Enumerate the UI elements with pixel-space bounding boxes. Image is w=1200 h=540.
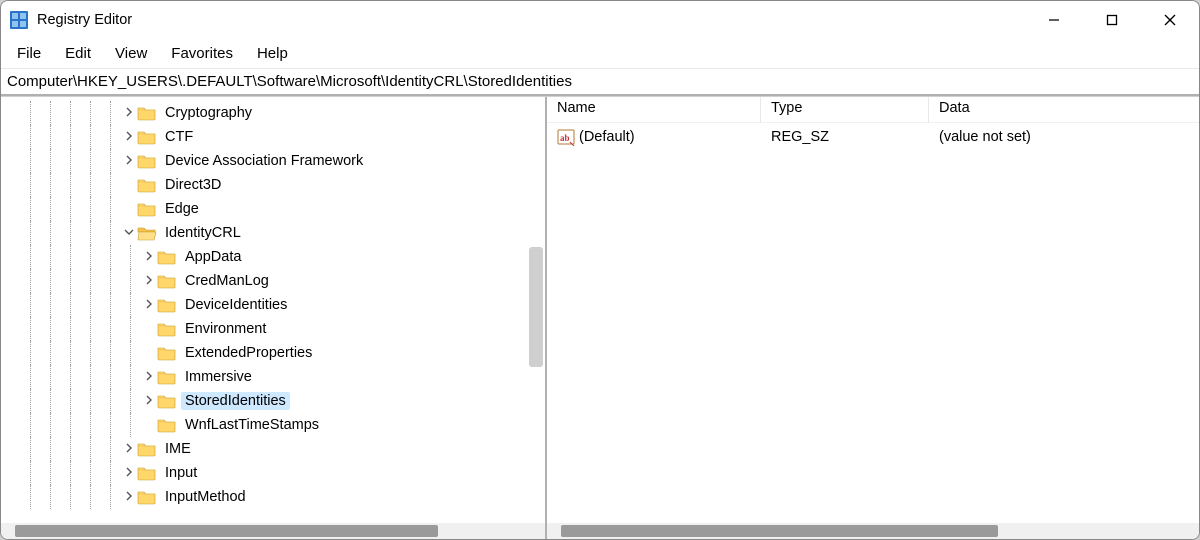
- window-controls: [1025, 1, 1199, 39]
- value-row[interactable]: (Default) REG_SZ(value not set): [547, 125, 1199, 149]
- value-type-cell: REG_SZ: [761, 129, 929, 145]
- main-split: Cryptography CTF Device Association Framew…: [1, 96, 1199, 539]
- window-title: Registry Editor: [37, 12, 132, 28]
- value-data-cell: (value not set): [929, 129, 1041, 145]
- menubar: File Edit View Favorites Help: [1, 39, 1199, 69]
- folder-icon: [137, 489, 157, 505]
- tree-horizontal-scrollbar[interactable]: [1, 523, 545, 539]
- tree-node-label[interactable]: Device Association Framework: [161, 152, 367, 170]
- folder-icon: [137, 153, 157, 169]
- chevron-right-icon[interactable]: [141, 298, 157, 312]
- tree-node-label[interactable]: Cryptography: [161, 104, 256, 122]
- tree-node-label[interactable]: Environment: [181, 320, 270, 338]
- tree-node-label[interactable]: DeviceIdentities: [181, 296, 291, 314]
- tree-node-label[interactable]: InputMethod: [161, 488, 250, 506]
- tree-node[interactable]: Immersive: [21, 365, 545, 389]
- titlebar: Registry Editor: [1, 1, 1199, 39]
- maximize-button[interactable]: [1083, 1, 1141, 39]
- tree-node[interactable]: Edge: [21, 197, 545, 221]
- tree-node-label[interactable]: Direct3D: [161, 176, 225, 194]
- folder-icon: [157, 417, 177, 433]
- chevron-right-icon[interactable]: [121, 106, 137, 120]
- column-name[interactable]: Name: [547, 97, 761, 122]
- tree-node-label[interactable]: ExtendedProperties: [181, 344, 316, 362]
- tree-node-label[interactable]: Input: [161, 464, 201, 482]
- folder-icon: [157, 273, 177, 289]
- chevron-right-icon[interactable]: [141, 274, 157, 288]
- chevron-right-icon[interactable]: [121, 466, 137, 480]
- menu-view[interactable]: View: [103, 42, 159, 65]
- chevron-right-icon[interactable]: [121, 490, 137, 504]
- tree-node[interactable]: Environment: [21, 317, 545, 341]
- folder-icon: [157, 249, 177, 265]
- tree-node[interactable]: CredManLog: [21, 269, 545, 293]
- values-horizontal-scrollbar[interactable]: [547, 523, 1199, 539]
- tree-node[interactable]: ExtendedProperties: [21, 341, 545, 365]
- tree-node[interactable]: WnfLastTimeStamps: [21, 413, 545, 437]
- tree-node-label[interactable]: WnfLastTimeStamps: [181, 416, 323, 434]
- list-header: Name Type Data: [547, 97, 1199, 123]
- folder-icon: [157, 345, 177, 361]
- value-name-cell: (Default): [547, 128, 761, 146]
- string-value-icon: [557, 128, 575, 146]
- tree-node[interactable]: StoredIdentities: [21, 389, 545, 413]
- tree-node[interactable]: IdentityCRL: [21, 221, 545, 245]
- tree-node-label[interactable]: StoredIdentities: [181, 392, 290, 410]
- folder-icon: [137, 465, 157, 481]
- tree-node-label[interactable]: IdentityCRL: [161, 224, 245, 242]
- tree-node[interactable]: Device Association Framework: [21, 149, 545, 173]
- registry-editor-window: Registry Editor File Edit View Favorites…: [0, 0, 1200, 540]
- tree-node[interactable]: Direct3D: [21, 173, 545, 197]
- menu-edit[interactable]: Edit: [53, 42, 103, 65]
- folder-icon: [137, 201, 157, 217]
- chevron-right-icon[interactable]: [141, 370, 157, 384]
- tree-node[interactable]: AppData: [21, 245, 545, 269]
- chevron-right-icon[interactable]: [141, 394, 157, 408]
- tree-node-label[interactable]: AppData: [181, 248, 245, 266]
- tree-node[interactable]: CTF: [21, 125, 545, 149]
- folder-icon: [157, 369, 177, 385]
- tree-node-label[interactable]: IME: [161, 440, 195, 458]
- folder-open-icon: [137, 225, 157, 241]
- tree-node-label[interactable]: CTF: [161, 128, 197, 146]
- folder-icon: [137, 177, 157, 193]
- values-list[interactable]: (Default) REG_SZ(value not set): [547, 123, 1199, 523]
- folder-icon: [137, 105, 157, 121]
- close-button[interactable]: [1141, 1, 1199, 39]
- tree-node[interactable]: Input: [21, 461, 545, 485]
- tree-node[interactable]: IME: [21, 437, 545, 461]
- chevron-down-icon[interactable]: [121, 226, 137, 240]
- tree-node-label[interactable]: Immersive: [181, 368, 256, 386]
- folder-icon: [137, 441, 157, 457]
- folder-icon: [157, 393, 177, 409]
- chevron-right-icon[interactable]: [141, 250, 157, 264]
- tree-pane: Cryptography CTF Device Association Framew…: [1, 97, 547, 539]
- chevron-right-icon[interactable]: [121, 442, 137, 456]
- chevron-right-icon[interactable]: [121, 130, 137, 144]
- tree-vertical-scrollbar[interactable]: [529, 247, 543, 367]
- regedit-app-icon: [9, 10, 29, 30]
- folder-icon: [157, 297, 177, 313]
- tree-node[interactable]: InputMethod: [21, 485, 545, 509]
- column-data[interactable]: Data: [929, 97, 1199, 122]
- folder-icon: [157, 321, 177, 337]
- tree-node[interactable]: DeviceIdentities: [21, 293, 545, 317]
- folder-icon: [137, 129, 157, 145]
- tree-node-label[interactable]: CredManLog: [181, 272, 273, 290]
- column-type[interactable]: Type: [761, 97, 929, 122]
- registry-tree[interactable]: Cryptography CTF Device Association Framew…: [1, 97, 545, 523]
- minimize-button[interactable]: [1025, 1, 1083, 39]
- values-pane: Name Type Data (Default) REG_SZ(value not…: [547, 97, 1199, 539]
- menu-help[interactable]: Help: [245, 42, 300, 65]
- value-name: (Default): [579, 129, 635, 145]
- menu-favorites[interactable]: Favorites: [159, 42, 245, 65]
- chevron-right-icon[interactable]: [121, 154, 137, 168]
- tree-node[interactable]: Cryptography: [21, 101, 545, 125]
- tree-node-label[interactable]: Edge: [161, 200, 203, 218]
- menu-file[interactable]: File: [5, 42, 53, 65]
- address-bar[interactable]: Computer\HKEY_USERS\.DEFAULT\Software\Mi…: [1, 69, 1199, 96]
